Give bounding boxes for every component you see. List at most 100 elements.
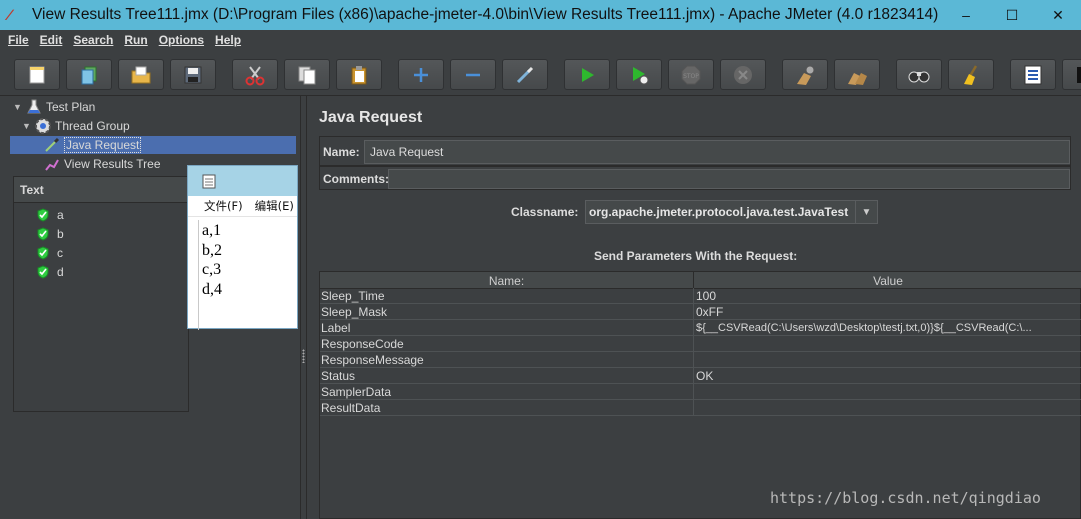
- paste-button[interactable]: [336, 59, 382, 90]
- table-row[interactable]: Sleep_Time 100: [320, 288, 1081, 304]
- toggle-button[interactable]: [502, 59, 548, 90]
- search-button[interactable]: [896, 59, 942, 90]
- start-no-pauses-button[interactable]: [616, 59, 662, 90]
- result-label: d: [57, 265, 64, 279]
- comments-input[interactable]: [388, 169, 1070, 189]
- tree-item-thread-group[interactable]: ▼ Thread Group: [22, 117, 130, 135]
- classname-value: org.apache.jmeter.protocol.java.test.Jav…: [589, 205, 849, 219]
- start-button[interactable]: [564, 59, 610, 90]
- param-name-cell[interactable]: Sleep_Mask: [320, 304, 694, 320]
- param-name-cell[interactable]: Sleep_Time: [320, 288, 694, 304]
- table-row[interactable]: Status OK: [320, 368, 1081, 384]
- stop-button[interactable]: STOP: [668, 59, 714, 90]
- parameters-table: Name: Value Sleep_Time 100 Sleep_Mask 0x…: [319, 271, 1081, 519]
- param-value-cell[interactable]: 100: [694, 288, 1081, 304]
- templates-button[interactable]: [66, 59, 112, 90]
- reset-search-button[interactable]: [948, 59, 994, 90]
- shutdown-button[interactable]: [720, 59, 766, 90]
- java-request-panel: Java Request Name: Java Request Comments…: [308, 96, 1081, 519]
- notepad-menu-bar: 文件(F) 编辑(E): [188, 196, 297, 217]
- table-row[interactable]: ResponseCode: [320, 336, 1081, 352]
- notepad-menu-edit[interactable]: 编辑(E): [255, 198, 294, 214]
- menu-file[interactable]: File: [8, 33, 29, 47]
- column-header-value[interactable]: Value: [694, 272, 1081, 289]
- results-header[interactable]: Text: [14, 177, 188, 203]
- name-input[interactable]: Java Request: [364, 140, 1070, 164]
- table-row[interactable]: Label ${__CSVRead(C:\Users\wzd\Desktop\t…: [320, 320, 1081, 336]
- notepad-icon: [202, 174, 216, 189]
- param-name-cell[interactable]: ResponseCode: [320, 336, 694, 352]
- result-item[interactable]: b: [36, 225, 64, 243]
- table-row[interactable]: ResultData: [320, 400, 1081, 416]
- param-value-cell[interactable]: 0xFF: [694, 304, 1081, 320]
- function-helper-button[interactable]: [1010, 59, 1056, 90]
- play-icon: [582, 67, 594, 82]
- tree-item-label: Test Plan: [46, 100, 96, 114]
- copy-button[interactable]: [284, 59, 330, 90]
- param-name-cell[interactable]: Label: [320, 320, 694, 336]
- menu-edit[interactable]: Edit: [40, 33, 63, 47]
- clear-button[interactable]: [782, 59, 828, 90]
- tree-item-view-results-tree[interactable]: View Results Tree: [43, 155, 161, 173]
- table-row[interactable]: ResponseMessage: [320, 352, 1081, 368]
- tree-item-label: Java Request: [64, 137, 142, 153]
- expand-all-button[interactable]: [398, 59, 444, 90]
- table-row[interactable]: SamplerData: [320, 384, 1081, 400]
- chevron-down-icon[interactable]: ▼: [855, 201, 877, 223]
- tree-item-java-request[interactable]: Java Request: [10, 136, 296, 154]
- column-header-name[interactable]: Name:: [320, 272, 694, 289]
- help-button[interactable]: [1062, 59, 1081, 90]
- menu-bar: File Edit Search Run Options Help: [0, 30, 1081, 50]
- success-check-icon: [37, 265, 49, 279]
- param-value-cell[interactable]: [694, 384, 1081, 400]
- notepad-title-bar[interactable]: [188, 166, 297, 196]
- param-value-cell[interactable]: ${__CSVRead(C:\Users\wzd\Desktop\testj.t…: [694, 320, 1081, 336]
- param-value-cell[interactable]: [694, 352, 1081, 368]
- notepad-window[interactable]: 文件(F) 编辑(E) a,1 b,2 c,3 d,4: [187, 165, 298, 330]
- menu-help[interactable]: Help: [215, 33, 241, 47]
- maximize-button[interactable]: ☐: [989, 0, 1035, 30]
- open-button[interactable]: [118, 59, 164, 90]
- collapse-arrow-icon[interactable]: ▼: [13, 102, 25, 112]
- param-name-cell[interactable]: Status: [320, 368, 694, 384]
- notepad-menu-file[interactable]: 文件(F): [204, 198, 243, 214]
- table-row[interactable]: Sleep_Mask 0xFF: [320, 304, 1081, 320]
- collapse-arrow-icon[interactable]: ▼: [22, 121, 34, 131]
- tree-item-test-plan[interactable]: ▼ Test Plan: [13, 98, 95, 116]
- menu-run[interactable]: Run: [124, 33, 147, 47]
- result-item[interactable]: d: [36, 263, 64, 281]
- param-value-cell[interactable]: OK: [694, 368, 1081, 384]
- new-button[interactable]: [14, 59, 60, 90]
- window-title-bar[interactable]: ∕ View Results Tree111.jmx (D:\Program F…: [0, 0, 1081, 30]
- minimize-button[interactable]: –: [943, 0, 989, 30]
- notepad-text-area[interactable]: a,1 b,2 c,3 d,4: [198, 220, 298, 330]
- brooms-icon: [848, 72, 867, 85]
- params-title: Send Parameters With the Request:: [594, 249, 798, 263]
- cut-button[interactable]: [232, 59, 278, 90]
- broom-icon: [964, 64, 978, 85]
- success-check-icon: [37, 227, 49, 241]
- comments-field-row: Comments:: [319, 166, 1071, 190]
- success-check-icon: [37, 246, 49, 260]
- collapse-all-button[interactable]: [450, 59, 496, 90]
- tree-item-label: View Results Tree: [64, 157, 161, 171]
- menu-search[interactable]: Search: [73, 33, 113, 47]
- param-value-cell[interactable]: [694, 400, 1081, 416]
- panel-splitter[interactable]: [300, 96, 307, 519]
- clear-all-button[interactable]: [834, 59, 880, 90]
- comments-label: Comments:: [323, 172, 390, 186]
- classname-select[interactable]: org.apache.jmeter.protocol.java.test.Jav…: [585, 200, 878, 224]
- save-button[interactable]: [170, 59, 216, 90]
- param-name-cell[interactable]: SamplerData: [320, 384, 694, 400]
- param-name-cell[interactable]: ResultData: [320, 400, 694, 416]
- param-value-cell[interactable]: [694, 336, 1081, 352]
- result-label: c: [57, 246, 63, 260]
- result-item[interactable]: a: [36, 206, 64, 224]
- wand-icon: [516, 66, 534, 83]
- param-name-cell[interactable]: ResponseMessage: [320, 352, 694, 368]
- menu-options[interactable]: Options: [159, 33, 204, 47]
- result-item[interactable]: c: [36, 244, 63, 262]
- result-label: a: [57, 208, 64, 222]
- close-button[interactable]: ✕: [1035, 0, 1081, 30]
- svg-text:STOP: STOP: [683, 73, 699, 80]
